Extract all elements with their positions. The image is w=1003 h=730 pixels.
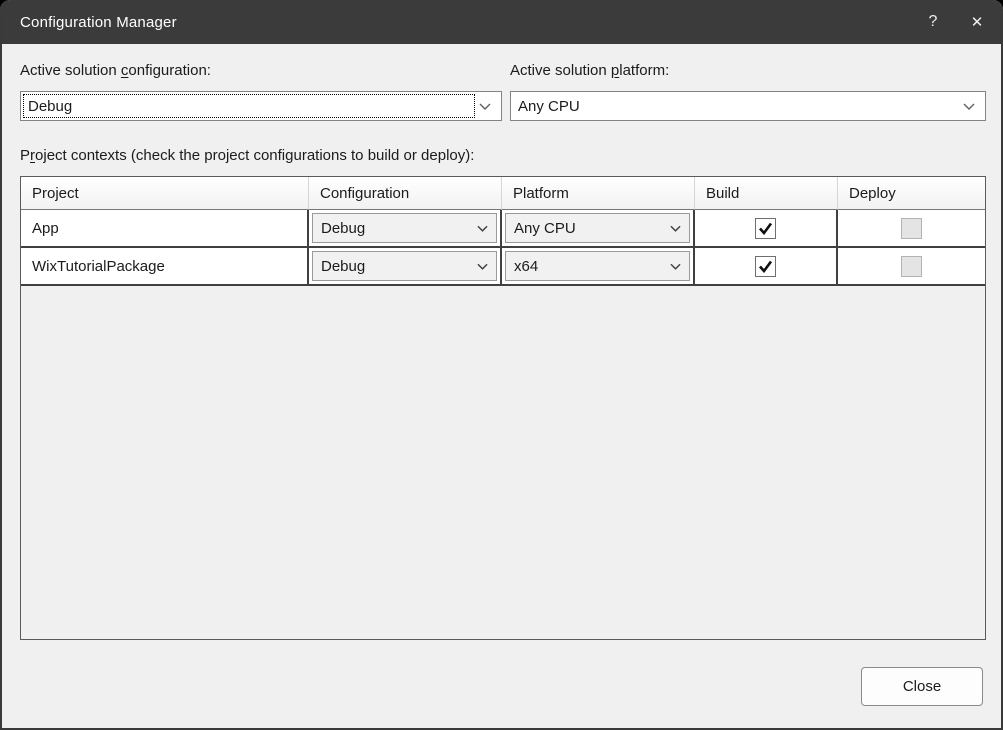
project-name-cell[interactable]: WixTutorialPackage [21,248,309,286]
checkmark-icon [758,260,773,273]
active-solution-configuration-select[interactable]: Debug [20,91,502,121]
help-icon[interactable]: ? [911,0,955,44]
configuration-manager-dialog: Configuration Manager ? ✕ Active solutio… [0,0,1003,730]
deploy-cell [838,210,985,248]
configuration-select[interactable]: Debug [312,251,497,281]
project-name-cell[interactable]: App [21,210,309,248]
chevron-down-icon [477,225,488,232]
titlebar: Configuration Manager ? ✕ [0,0,1003,44]
column-header-deploy: Deploy [838,177,985,210]
chevron-down-icon [477,263,488,270]
active-solution-platform-select[interactable]: Any CPU [510,91,986,121]
active-solution-platform-value: Any CPU [518,98,580,115]
chevron-down-icon [963,103,975,110]
column-header-platform: Platform [502,177,695,210]
configuration-cell: Debug [309,210,502,248]
chevron-down-icon [670,225,681,232]
active-solution-platform-label: Active solution platform: [510,62,669,79]
platform-select[interactable]: Any CPU [505,213,690,243]
close-icon[interactable]: ✕ [955,0,999,44]
deploy-cell [838,248,985,286]
configuration-cell: Debug [309,248,502,286]
configuration-select[interactable]: Debug [312,213,497,243]
checkmark-icon [758,222,773,235]
window-title: Configuration Manager [0,14,177,31]
close-button[interactable]: Close [861,667,983,706]
platform-cell: Any CPU [502,210,695,248]
build-checkbox[interactable] [755,256,776,277]
project-contexts-grid: Project Configuration Platform Build Dep… [20,176,986,640]
project-contexts-label: Project contexts (check the project conf… [20,147,474,164]
column-header-configuration: Configuration [309,177,502,210]
active-solution-configuration-label: Active solution configuration: [20,62,211,79]
titlebar-buttons: ? ✕ [911,0,1003,44]
build-cell [695,210,838,248]
column-header-build: Build [695,177,838,210]
build-checkbox[interactable] [755,218,776,239]
chevron-down-icon [479,103,491,110]
build-cell [695,248,838,286]
chevron-down-icon [670,263,681,270]
column-header-project: Project [21,177,309,210]
platform-select[interactable]: x64 [505,251,690,281]
deploy-checkbox [901,218,922,239]
active-solution-configuration-value: Debug [28,98,72,115]
platform-cell: x64 [502,248,695,286]
deploy-checkbox [901,256,922,277]
